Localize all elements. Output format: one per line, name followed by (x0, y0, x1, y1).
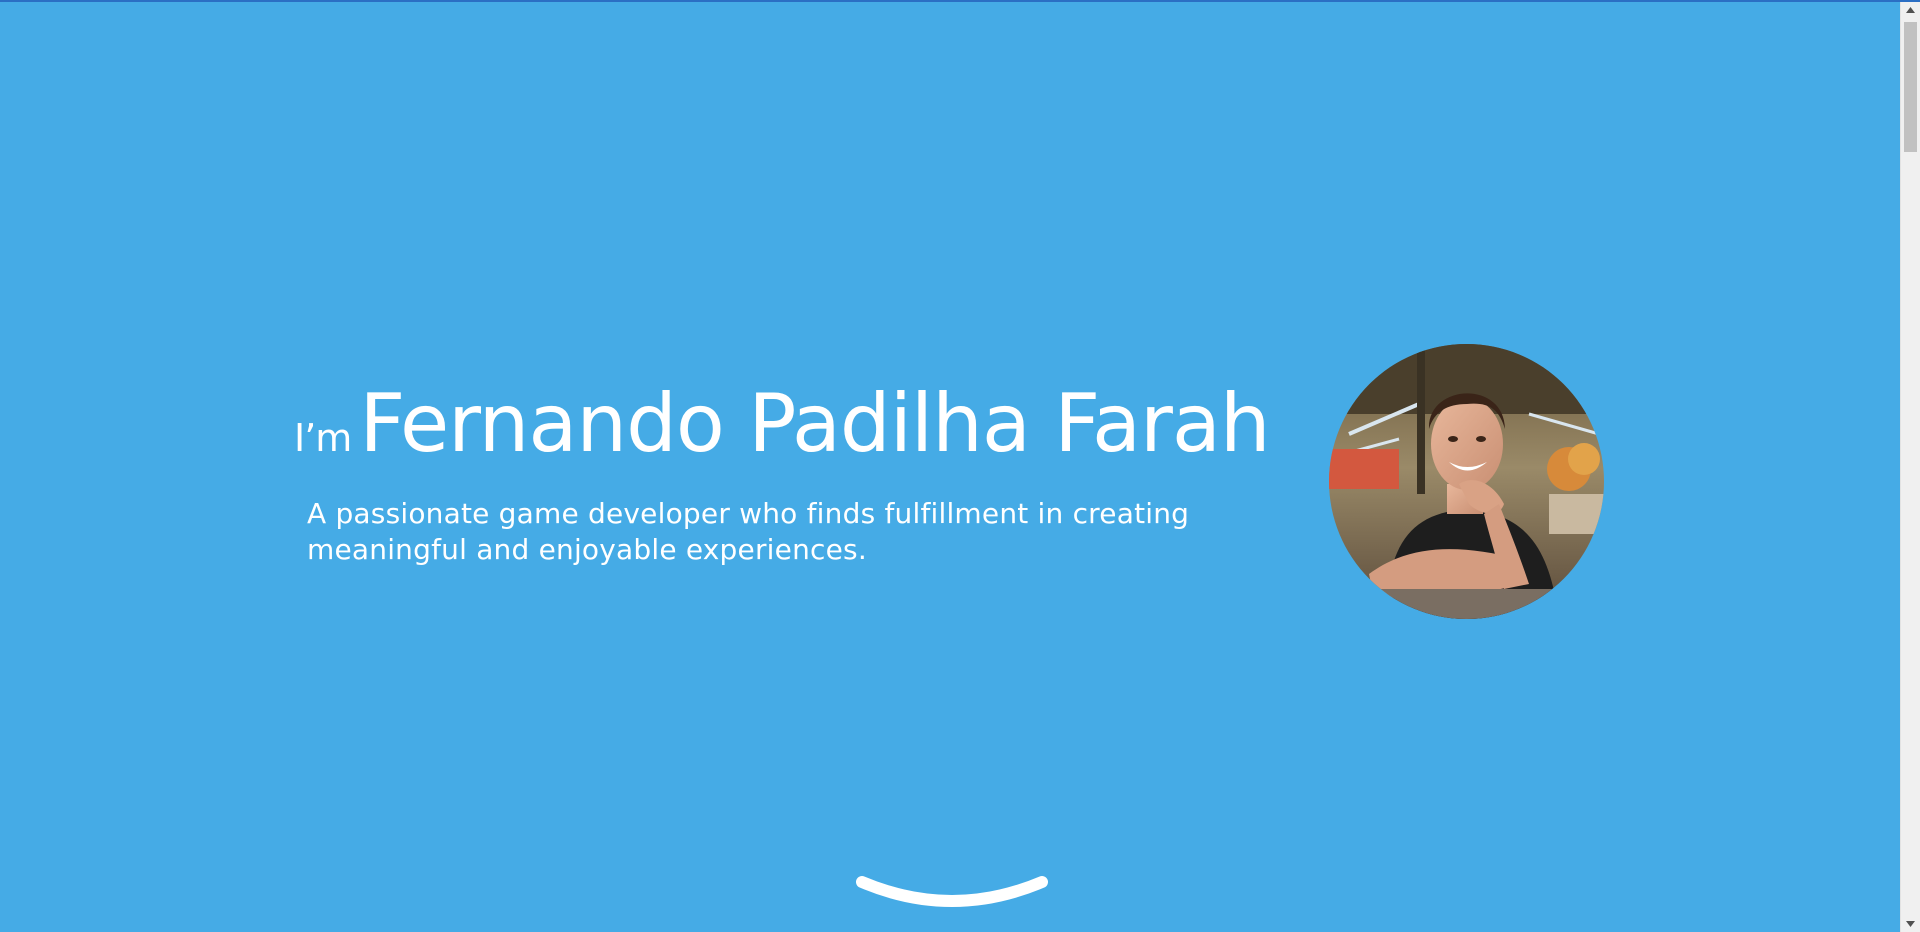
tagline-line-2: meaningful and enjoyable experiences. (307, 533, 867, 566)
triangle-up-icon (1906, 7, 1915, 13)
hero-section: I’m Fernando Padilha Farah A passionate g… (0, 2, 1900, 932)
hero-prefix: I’m (294, 416, 352, 460)
chevron-down-icon (856, 876, 1048, 907)
scroll-up-arrow[interactable] (1901, 2, 1920, 18)
tagline-line-1: A passionate game developer who finds fu… (307, 497, 1190, 530)
hero-name: Fernando Padilha Farah (359, 377, 1270, 470)
hero-tagline: A passionate game developer who finds fu… (307, 496, 1207, 568)
scrollbar-thumb[interactable] (1904, 22, 1917, 152)
hero-heading: I’m Fernando Padilha Farah (294, 377, 1271, 470)
triangle-down-icon (1906, 921, 1915, 927)
scroll-down-button[interactable] (852, 872, 1052, 922)
vertical-scrollbar[interactable] (1900, 2, 1920, 932)
scroll-down-arrow[interactable] (1901, 916, 1920, 932)
profile-photo (1329, 344, 1604, 619)
